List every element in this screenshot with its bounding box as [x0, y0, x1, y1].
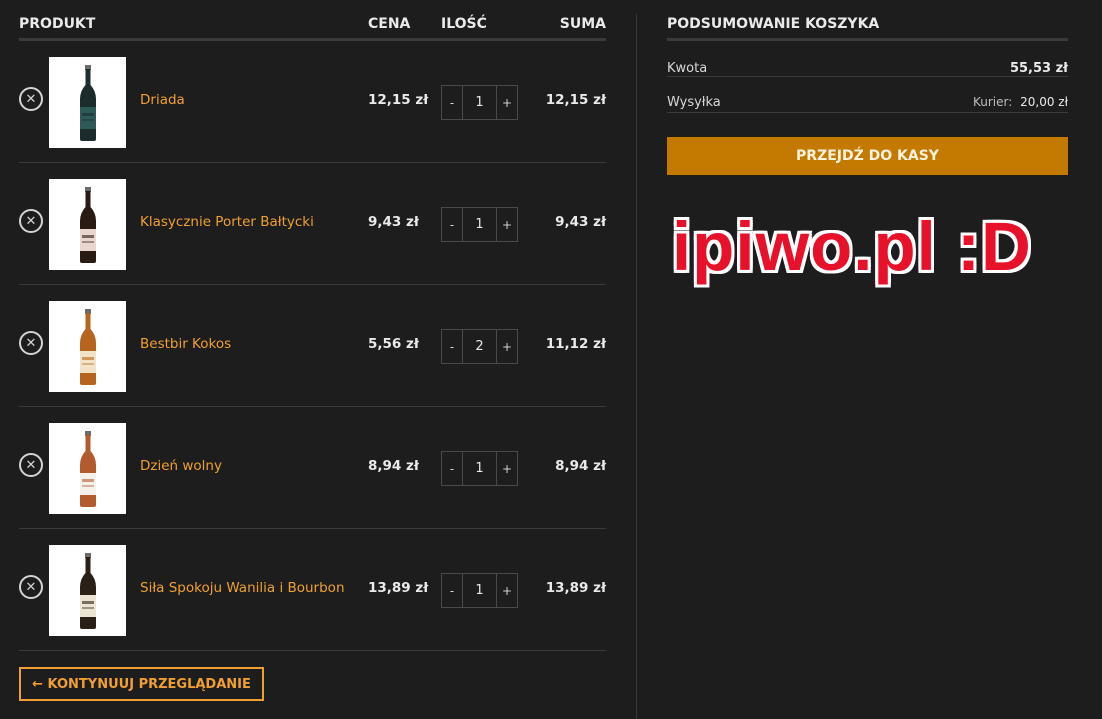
decrease-quantity-button[interactable]: - [442, 330, 462, 363]
increase-quantity-button[interactable]: + [497, 86, 517, 119]
beer-bottle-icon [79, 552, 96, 629]
decrease-quantity-button[interactable]: - [442, 452, 462, 485]
header-total: SUMA [559, 16, 606, 32]
product-thumbnail[interactable] [49, 545, 126, 636]
remove-item-icon[interactable]: ✕ [19, 453, 43, 477]
amount-value: 55,53 zł [1009, 61, 1068, 76]
product-total: 8,94 zł [555, 458, 606, 474]
quantity-input[interactable]: 2 [462, 330, 497, 363]
cart-row: ✕ Driada 12,15 zł -1 +12,15 zł [19, 41, 606, 163]
cart-header: PRODUKT CENA ILOŚĆ SUMA [19, 0, 606, 41]
quantity-stepper: -1 + [441, 573, 518, 608]
shipping-value-wrap: Kurier: 20,00 zł [973, 95, 1068, 109]
checkout-button[interactable]: PRZEJDŹ DO KASY [667, 137, 1068, 175]
decrease-quantity-button[interactable]: - [442, 208, 462, 241]
product-name-link[interactable]: Driada [140, 92, 185, 108]
quantity-stepper: -1 + [441, 207, 518, 242]
quantity-stepper: -1 + [441, 85, 518, 120]
amount-label: Kwota [667, 61, 708, 76]
product-price: 13,89 zł [368, 580, 429, 596]
column-divider [636, 14, 637, 719]
cart-row: ✕ Bestbir Kokos 5,56 zł -2 +11,12 zł [19, 285, 606, 407]
product-thumbnail[interactable] [49, 423, 126, 514]
shipping-label: Wysyłka [667, 95, 721, 110]
product-thumbnail[interactable] [49, 179, 126, 270]
summary-title: PODSUMOWANIE KOSZYKA [667, 0, 1068, 41]
remove-item-icon[interactable]: ✕ [19, 331, 43, 355]
product-total: 12,15 zł [545, 92, 606, 108]
product-name-link[interactable]: Bestbir Kokos [140, 336, 231, 352]
beer-bottle-icon [79, 308, 96, 385]
product-price: 5,56 zł [368, 336, 419, 352]
quantity-input[interactable]: 1 [462, 452, 497, 485]
remove-item-icon[interactable]: ✕ [19, 575, 43, 599]
product-total: 13,89 zł [545, 580, 606, 596]
product-thumbnail[interactable] [49, 301, 126, 392]
cart-row: ✕ Klasycznie Porter Bałtycki 9,43 zł -1 +9,4… [19, 163, 606, 285]
overlay-watermark-text: ipiwo.pl :D [672, 208, 1032, 285]
shipping-method: Kurier: [972, 95, 1013, 109]
cart-summary: PODSUMOWANIE KOSZYKA Kwota 55,53 zł Wysy… [667, 0, 1068, 175]
header-price: CENA [368, 16, 411, 32]
increase-quantity-button[interactable]: + [497, 452, 517, 485]
continue-shopping-button[interactable]: ← KONTYNUUJ PRZEGLĄDANIE [19, 667, 264, 701]
cart-row: ✕ Dzień wolny 8,94 zł -1 +8,94 zł [19, 407, 606, 529]
beer-bottle-icon [79, 64, 96, 141]
quantity-input[interactable]: 1 [462, 208, 497, 241]
remove-item-icon[interactable]: ✕ [19, 87, 43, 111]
increase-quantity-button[interactable]: + [497, 330, 517, 363]
decrease-quantity-button[interactable]: - [442, 86, 462, 119]
shipping-value: 20,00 zł [1020, 95, 1068, 109]
decrease-quantity-button[interactable]: - [442, 574, 462, 607]
beer-bottle-icon [79, 430, 96, 507]
product-name-link[interactable]: Dzień wolny [140, 458, 222, 474]
increase-quantity-button[interactable]: + [497, 208, 517, 241]
remove-item-icon[interactable]: ✕ [19, 209, 43, 233]
product-total: 11,12 zł [545, 336, 606, 352]
product-thumbnail[interactable] [49, 57, 126, 148]
product-price: 8,94 zł [368, 458, 419, 474]
quantity-stepper: -1 + [441, 451, 518, 486]
quantity-stepper: -2 + [441, 329, 518, 364]
cart-table: PRODUKT CENA ILOŚĆ SUMA ✕ Driada 12,15 zł -… [19, 0, 606, 651]
quantity-input[interactable]: 1 [462, 86, 497, 119]
cart-rows: ✕ Driada 12,15 zł -1 +12,15 zł ✕ Klasycznie Po… [19, 41, 606, 651]
quantity-input[interactable]: 1 [462, 574, 497, 607]
increase-quantity-button[interactable]: + [497, 574, 517, 607]
beer-bottle-icon [79, 186, 96, 263]
product-price: 9,43 zł [368, 214, 419, 230]
header-product: PRODUKT [19, 16, 96, 32]
product-price: 12,15 zł [368, 92, 429, 108]
summary-amount-row: Kwota 55,53 zł [667, 41, 1068, 77]
product-name-link[interactable]: Siła Spokoju Wanilia i Bourbon [140, 580, 345, 596]
cart-row: ✕ Siła Spokoju Wanilia i Bourbon 13,89 zł -… [19, 529, 606, 651]
product-name-link[interactable]: Klasycznie Porter Bałtycki [140, 214, 314, 230]
header-quantity: ILOŚĆ [441, 16, 487, 32]
product-total: 9,43 zł [555, 214, 606, 230]
summary-shipping-row: Wysyłka Kurier: 20,00 zł [667, 77, 1068, 113]
